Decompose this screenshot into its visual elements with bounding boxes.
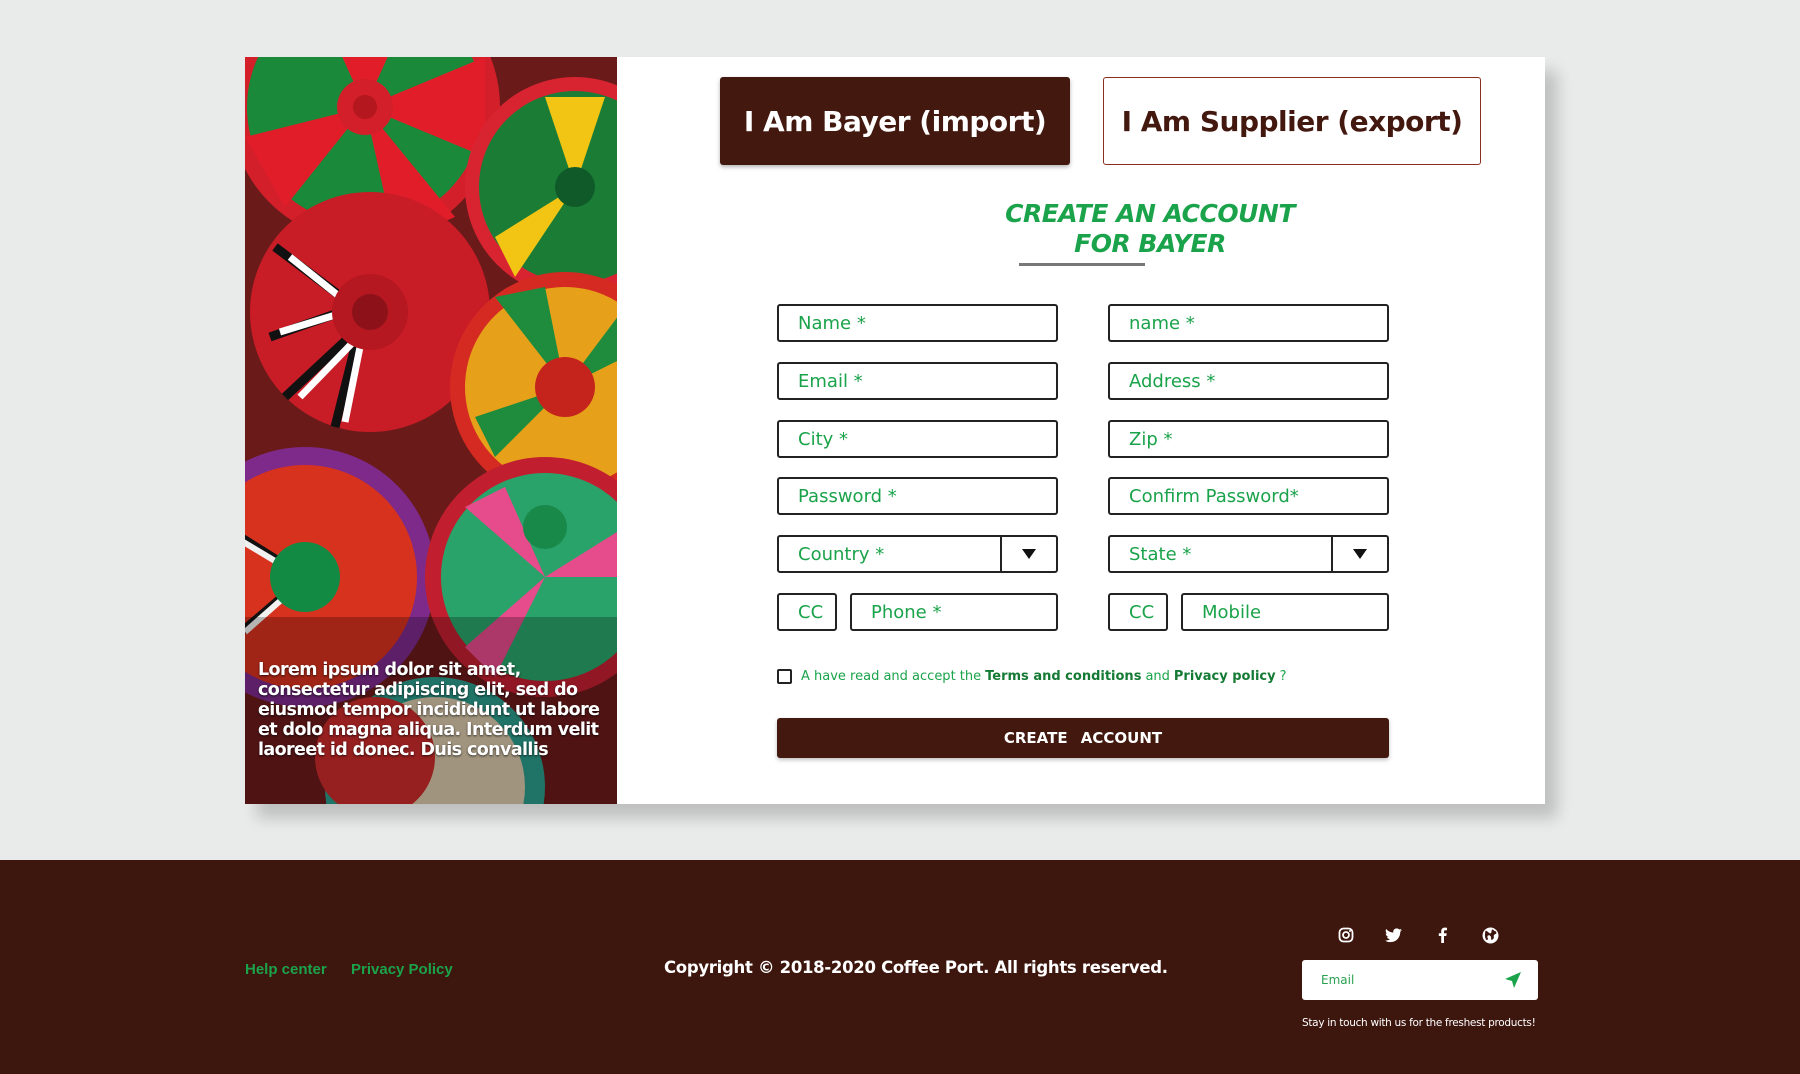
last-name-field[interactable]	[1108, 304, 1389, 342]
help-center-link[interactable]: Help center	[245, 961, 327, 978]
state-dropdown-button[interactable]	[1331, 537, 1387, 571]
chevron-down-icon	[1353, 549, 1367, 559]
globe-icon[interactable]	[1479, 924, 1501, 946]
confirm-password-field[interactable]	[1108, 477, 1389, 515]
newsletter-email-input[interactable]	[1302, 973, 1482, 987]
address-input[interactable]	[1110, 364, 1387, 398]
mobile-cc-field[interactable]	[1108, 593, 1168, 631]
password-field[interactable]	[777, 477, 1058, 515]
terms-prefix: A have read and accept the	[801, 669, 982, 684]
instagram-icon[interactable]	[1335, 924, 1357, 946]
country-select[interactable]	[777, 535, 1058, 573]
address-field[interactable]	[1108, 362, 1389, 400]
mobile-cc-input[interactable]	[1110, 595, 1166, 629]
chevron-down-icon	[1022, 549, 1036, 559]
country-dropdown-button[interactable]	[1000, 537, 1056, 571]
create-account-button[interactable]: CREATE ACCOUNT	[777, 718, 1389, 758]
facebook-icon[interactable]	[1431, 924, 1453, 946]
twitter-icon[interactable]	[1382, 924, 1404, 946]
state-select[interactable]	[1108, 535, 1389, 573]
last-name-input[interactable]	[1110, 306, 1387, 340]
page-title-line2: FOR BAYER	[1074, 229, 1226, 258]
terms-suffix: ?	[1279, 669, 1287, 684]
zip-input[interactable]	[1110, 422, 1387, 456]
terms-link[interactable]: Terms and conditions	[985, 669, 1141, 684]
confirm-password-input[interactable]	[1110, 479, 1387, 513]
password-input[interactable]	[779, 479, 1056, 513]
newsletter-tagline: Stay in touch with us for the freshest p…	[1302, 1017, 1536, 1029]
send-icon[interactable]	[1504, 971, 1522, 989]
terms-row: A have read and accept the Terms and con…	[777, 669, 1287, 684]
copyright-text: Copyright © 2018-2020 Coffee Port. All r…	[664, 958, 1168, 977]
page-title-line1: CREATE AN ACCOUNT	[1005, 199, 1295, 228]
page-title: CREATE AN ACCOUNT FOR BAYER	[900, 199, 1400, 259]
newsletter-field[interactable]	[1302, 960, 1538, 1000]
footer: Help center Privacy Policy Copyright © 2…	[0, 860, 1800, 1074]
mobile-field[interactable]	[1181, 593, 1389, 631]
hero-caption: Lorem ipsum dolor sit amet, consectetur …	[258, 660, 600, 760]
email-field[interactable]	[777, 362, 1058, 400]
zip-field[interactable]	[1108, 420, 1389, 458]
phone-input[interactable]	[852, 595, 1056, 629]
email-input[interactable]	[779, 364, 1056, 398]
phone-cc-field[interactable]	[777, 593, 837, 631]
first-name-input[interactable]	[779, 306, 1056, 340]
phone-field[interactable]	[850, 593, 1058, 631]
mobile-input[interactable]	[1183, 595, 1387, 629]
hero-image-panel: Lorem ipsum dolor sit amet, consectetur …	[245, 57, 617, 804]
signup-card: Lorem ipsum dolor sit amet, consectetur …	[245, 57, 1545, 804]
terms-checkbox[interactable]	[777, 669, 792, 684]
privacy-policy-link[interactable]: Privacy Policy	[351, 961, 453, 978]
first-name-field[interactable]	[777, 304, 1058, 342]
tab-buyer[interactable]: I Am Bayer (import)	[720, 77, 1070, 165]
tab-supplier[interactable]: I Am Supplier (export)	[1103, 77, 1481, 165]
city-input[interactable]	[779, 422, 1056, 456]
title-underline	[1019, 263, 1145, 266]
city-field[interactable]	[777, 420, 1058, 458]
terms-and: and	[1145, 669, 1170, 684]
phone-cc-input[interactable]	[779, 595, 835, 629]
privacy-link[interactable]: Privacy policy	[1174, 669, 1276, 684]
